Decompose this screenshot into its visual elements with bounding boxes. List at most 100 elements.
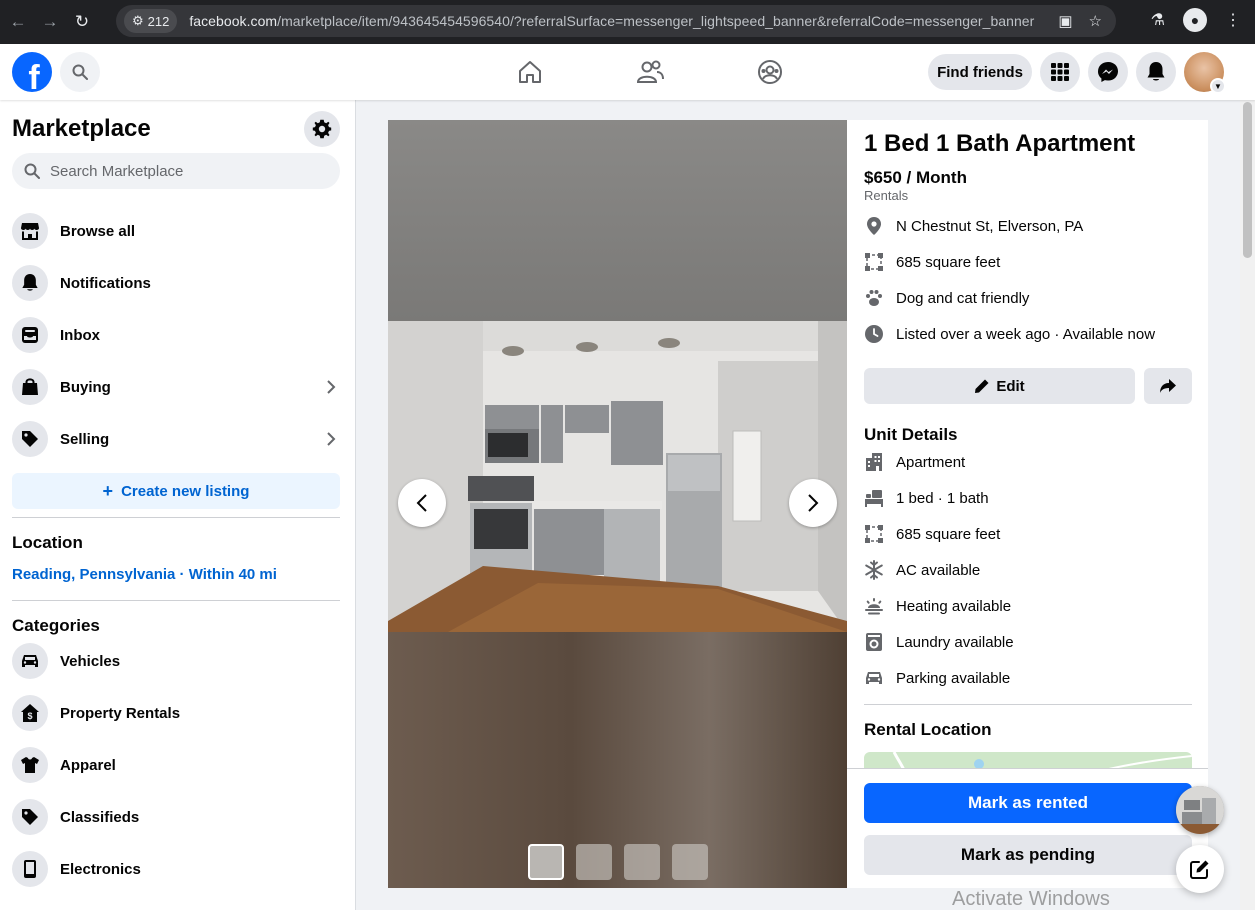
new-message-button[interactable] <box>1176 845 1224 893</box>
search-marketplace-input[interactable]: Search Marketplace <box>12 153 340 189</box>
bed-icon <box>864 488 884 508</box>
previous-photo-button[interactable] <box>398 479 446 527</box>
sidebar-item-label: Inbox <box>60 326 100 344</box>
sidebar-item-browse-all[interactable]: Browse all <box>12 209 340 253</box>
divider <box>12 600 340 601</box>
plus-icon: + <box>102 480 114 501</box>
create-listing-label: Create new listing <box>121 482 250 500</box>
friends-icon <box>636 60 664 83</box>
home-icon <box>519 61 541 83</box>
search-icon <box>72 64 88 80</box>
install-app-icon[interactable]: ▣ <box>1058 12 1072 30</box>
category-label: Property Rentals <box>60 704 181 722</box>
category-vehicles[interactable]: Vehicles <box>12 639 340 683</box>
photo-thumbnail[interactable] <box>624 844 660 880</box>
clock-icon <box>864 324 884 344</box>
sidebar-item-notifications[interactable]: Notifications <box>12 261 340 305</box>
car-icon <box>864 668 884 688</box>
chevron-right-icon <box>327 432 336 446</box>
back-icon[interactable]: ← <box>4 8 32 36</box>
share-arrow-icon <box>1160 379 1176 393</box>
messenger-button[interactable] <box>1088 52 1128 92</box>
listing-title: 1 Bed 1 Bath Apartment <box>864 130 1136 157</box>
page-scrollbar[interactable] <box>1240 100 1255 910</box>
unit-detail-text: Laundry available <box>896 633 1014 651</box>
photo-thumbnail[interactable] <box>528 844 564 880</box>
unit-detail-text: Apartment <box>896 453 966 471</box>
menu-button[interactable] <box>1040 52 1080 92</box>
site-settings-badge[interactable]: ⚙ 212 <box>124 9 178 33</box>
chevron-down-icon[interactable]: ▼ <box>1210 78 1226 94</box>
sidebar-item-buying[interactable]: Buying <box>12 365 340 409</box>
category-classifieds[interactable]: Classifieds <box>12 795 340 839</box>
rental-location-map[interactable] <box>864 752 1192 768</box>
shopping-bag-icon <box>12 369 48 405</box>
washer-icon <box>864 632 884 652</box>
share-button[interactable] <box>1144 368 1192 404</box>
browser-profile-icon[interactable]: ● <box>1183 8 1207 32</box>
browser-menu-icon[interactable]: ⋮ <box>1225 10 1241 30</box>
create-new-listing-button[interactable]: + Create new listing <box>12 473 340 509</box>
rental-location-heading: Rental Location <box>864 720 992 739</box>
photo-thumbnails <box>528 844 708 880</box>
bell-icon <box>12 265 48 301</box>
groups-icon <box>758 60 782 84</box>
reload-icon[interactable]: ↻ <box>68 8 96 36</box>
mark-as-pending-button[interactable]: Mark as pending <box>864 835 1192 875</box>
forward-icon[interactable]: → <box>36 8 64 36</box>
unit-detail: 685 square feet <box>864 522 1000 546</box>
location-link[interactable]: Reading, Pennsylvania · Within 40 mi <box>12 566 277 583</box>
bookmark-star-icon[interactable]: ☆ <box>1089 12 1102 30</box>
nav-home[interactable] <box>470 44 590 100</box>
category-label: Apparel <box>60 756 116 774</box>
building-icon <box>864 452 884 472</box>
sidebar-item-label: Selling <box>60 430 110 448</box>
photo-thumbnail[interactable] <box>576 844 612 880</box>
search-button[interactable] <box>60 52 100 92</box>
gear-icon <box>312 119 332 139</box>
unit-detail-text: Heating available <box>896 597 1012 615</box>
sidebar-item-label: Browse all <box>60 222 136 240</box>
notifications-button[interactable] <box>1136 52 1176 92</box>
address-bar[interactable]: ⚙ 212 facebook.com/marketplace/item/9436… <box>116 5 1116 37</box>
facebook-logo-icon[interactable]: f <box>12 52 52 92</box>
listing-actions: Mark as rented Mark as pending <box>847 768 1208 888</box>
settings-button[interactable] <box>304 111 340 147</box>
labs-flask-icon[interactable]: ⚗ <box>1151 10 1165 30</box>
find-friends-button[interactable]: Find friends <box>928 54 1032 90</box>
nav-groups[interactable] <box>710 44 830 100</box>
unit-detail: Laundry available <box>864 630 1014 654</box>
sidebar-item-label: Notifications <box>60 274 151 292</box>
unit-detail: Parking available <box>864 666 1010 690</box>
chat-head-avatar[interactable] <box>1176 786 1224 834</box>
map-pin-icon <box>864 216 884 236</box>
category-apparel[interactable]: Apparel <box>12 743 340 787</box>
storefront-icon <box>12 213 48 249</box>
photo-thumbnail[interactable] <box>672 844 708 880</box>
fact-text: Dog and cat friendly <box>896 289 1030 307</box>
listing-fact: Listed over a week ago · Available now <box>864 322 1155 346</box>
listing-photo[interactable] <box>388 321 847 632</box>
edit-listing-button[interactable]: Edit <box>864 368 1135 404</box>
sidebar-item-inbox[interactable]: Inbox <box>12 313 340 357</box>
paw-icon <box>864 288 884 308</box>
mark-as-rented-button[interactable]: Mark as rented <box>864 783 1192 823</box>
category-property-rentals[interactable]: $ Property Rentals <box>12 691 340 735</box>
category-label: Electronics <box>60 860 141 878</box>
unit-detail-text: 1 bed · 1 bath <box>896 489 989 507</box>
chevron-left-icon <box>416 494 427 512</box>
divider <box>864 704 1192 705</box>
sidebar-item-selling[interactable]: Selling <box>12 417 340 461</box>
pencil-icon <box>975 379 989 393</box>
divider <box>12 517 340 518</box>
next-photo-button[interactable] <box>789 479 837 527</box>
messenger-icon <box>1098 62 1118 82</box>
unit-detail-text: 685 square feet <box>896 525 1001 543</box>
scrollbar-thumb[interactable] <box>1243 102 1252 258</box>
category-electronics[interactable]: Electronics <box>12 847 340 891</box>
browser-toolbar: ← → ↻ ⚙ 212 facebook.com/marketplace/ite… <box>0 0 1255 44</box>
svg-text:$: $ <box>27 711 32 721</box>
category-label: Vehicles <box>60 652 121 670</box>
listing-details: 1 Bed 1 Bath Apartment $650 / Month Rent… <box>847 120 1208 768</box>
nav-friends[interactable] <box>590 44 710 100</box>
